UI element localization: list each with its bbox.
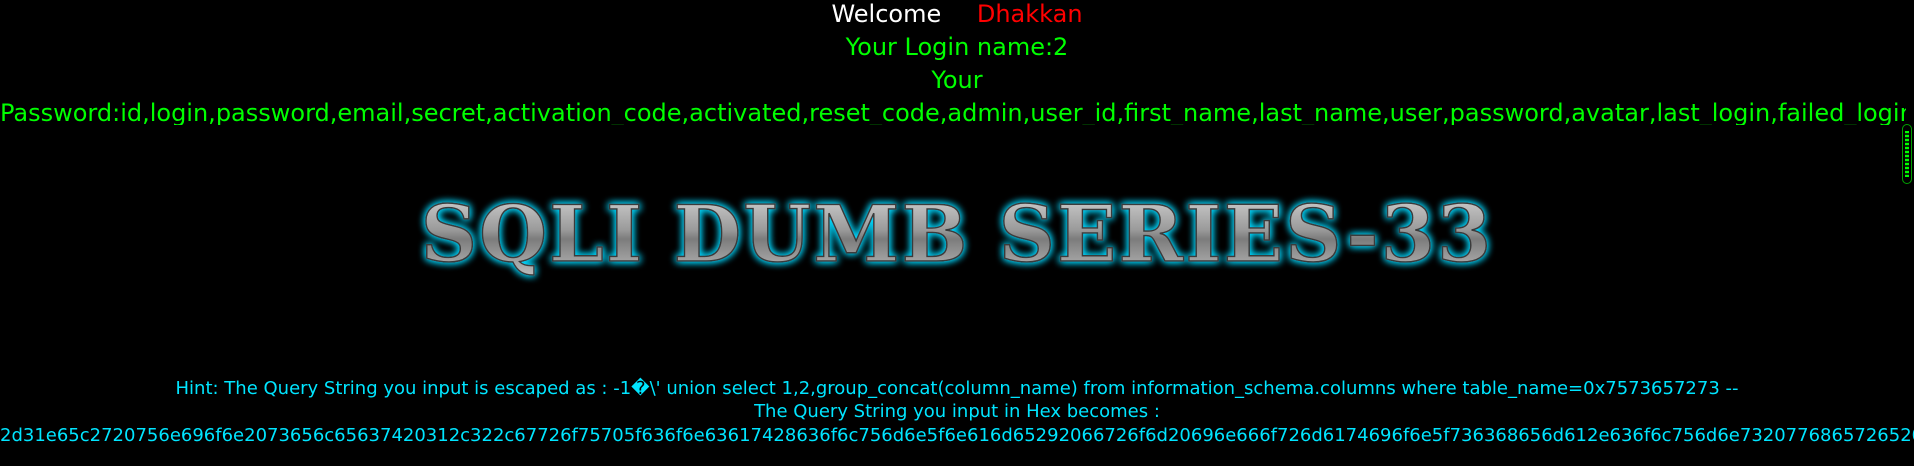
hex-value-text: 2d31e65c2720756e696f6e2073656c6563742031…: [0, 427, 1914, 445]
banner-title: SQLI DUMB SERIES-33: [421, 189, 1494, 280]
password-value-text: Password:id,login,password,email,secret,…: [0, 101, 1906, 125]
hint-escaped-text: Hint: The Query String you input is esca…: [175, 378, 1739, 399]
scrollbar-thumb[interactable]: [1905, 131, 1909, 177]
login-name-text: Your Login name:2: [845, 33, 1069, 61]
welcome-username: Dhakkan: [976, 0, 1083, 28]
hex-title-text: The Query String you input in Hex become…: [754, 401, 1160, 422]
vertical-scrollbar[interactable]: [1902, 124, 1912, 184]
password-label-text: Your: [931, 66, 983, 94]
welcome-label: Welcome: [831, 0, 942, 28]
sqli-banner: SQLI DUMB SERIES-33: [420, 188, 1494, 281]
welcome-line: Welcome Dhakkan: [0, 2, 1914, 26]
